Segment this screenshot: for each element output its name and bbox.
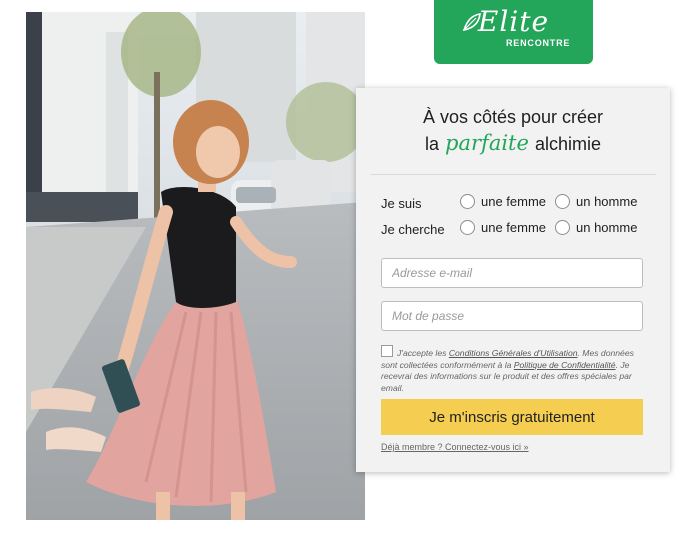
option-label: une femme: [481, 194, 547, 209]
gender-option-male[interactable]: un homme: [555, 194, 637, 209]
consent-checkbox[interactable]: [381, 345, 393, 357]
seeking-row: Je cherche une femme un homme: [381, 220, 661, 240]
email-field[interactable]: [381, 258, 643, 288]
brand-logo[interactable]: Elite RENCONTRE: [434, 0, 593, 64]
seeking-option-female[interactable]: une femme: [460, 220, 546, 235]
login-link[interactable]: Déjà membre ? Connectez-vous ici »: [381, 442, 529, 452]
radio-button[interactable]: [460, 194, 475, 209]
logo-subtitle: RENCONTRE: [506, 38, 571, 48]
option-label: un homme: [576, 194, 638, 209]
signup-card: À vos côtés pour créer la parfaite alchimi…: [356, 88, 670, 472]
radio-button[interactable]: [460, 220, 475, 235]
woman-walking-illustration: [26, 12, 365, 520]
option-label: un homme: [576, 220, 638, 235]
signup-button[interactable]: Je m'inscris gratuitement: [381, 399, 643, 435]
radio-button[interactable]: [555, 194, 570, 209]
consent-text: J'accepte les Conditions Générales d'Uti…: [381, 345, 645, 394]
headline-accent: parfaite: [445, 131, 529, 155]
seeking-label: Je cherche: [381, 222, 445, 237]
logo-word: Elite: [477, 5, 550, 38]
option-label: une femme: [481, 220, 547, 235]
divider: [370, 174, 656, 175]
gender-option-female[interactable]: une femme: [460, 194, 546, 209]
radio-button[interactable]: [555, 220, 570, 235]
headline-post: alchimie: [534, 134, 601, 154]
consent-text-part: J'accepte les: [397, 348, 449, 358]
terms-link[interactable]: Conditions Générales d'Utilisation: [449, 348, 578, 358]
privacy-link[interactable]: Politique de Confidentialité: [514, 360, 616, 370]
gender-row: Je suis une femme un homme: [381, 194, 661, 214]
hero-photo: [26, 12, 365, 520]
gender-label: Je suis: [381, 196, 422, 211]
password-field[interactable]: [381, 301, 643, 331]
headline-pre: la: [425, 134, 440, 154]
headline-line2: la parfaite alchimie: [356, 130, 670, 157]
seeking-option-male[interactable]: un homme: [555, 220, 637, 235]
headline: À vos côtés pour créer la parfaite alchimi…: [356, 104, 670, 157]
headline-line1: À vos côtés pour créer: [422, 107, 604, 127]
